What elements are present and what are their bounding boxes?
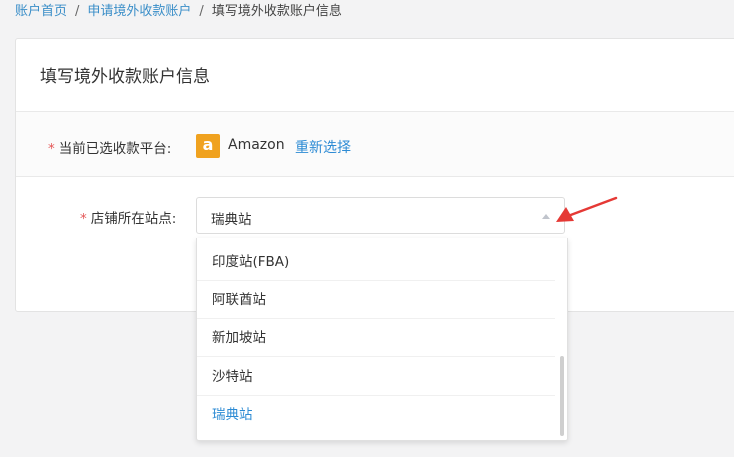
platform-label-text: 当前已选收款平台: [58,141,172,157]
divider [16,176,734,177]
dropdown-scrollbar-thumb[interactable] [560,356,564,436]
site-option[interactable]: 印度站(FBA) [197,243,555,281]
breadcrumb-home-link[interactable]: 账户首页 [15,4,67,19]
breadcrumb-apply-link[interactable]: 申请境外收款账户 [87,4,191,19]
required-mark: * [80,211,87,227]
site-option-selected[interactable]: 瑞典站 [197,396,555,434]
dropdown-scrollbar[interactable] [557,238,567,440]
breadcrumb-separator: / [199,4,204,19]
platform-row: * 当前已选收款平台: a Amazon 重新选择 [16,112,734,176]
store-site-dropdown: 印度站(FBA) 阿联酋站 新加坡站 沙特站 瑞典站 [196,238,568,441]
site-option[interactable]: 沙特站 [197,358,555,396]
store-site-label: * 店铺所在站点: [80,207,176,227]
store-site-select[interactable]: 瑞典站 [196,197,565,234]
site-option[interactable]: 新加坡站 [197,319,555,357]
breadcrumb-current: 填写境外收款账户信息 [211,4,342,19]
platform-label: * 当前已选收款平台: [48,137,171,157]
breadcrumb-separator: / [75,4,80,19]
site-option[interactable]: 阿联酋站 [197,281,555,319]
chevron-up-icon [542,214,550,219]
card-title: 填写境外收款账户信息 [40,67,210,87]
reselect-platform-link[interactable]: 重新选择 [295,137,351,157]
platform-name: Amazon [228,137,285,153]
store-site-select-value: 瑞典站 [211,212,252,228]
red-arrow-annotation [556,196,618,222]
store-site-label-text: 店铺所在站点: [90,211,177,227]
breadcrumb: 账户首页 / 申请境外收款账户 / 填写境外收款账户信息 [15,3,342,21]
amazon-logo-icon: a [196,134,220,158]
required-mark: * [48,141,55,157]
